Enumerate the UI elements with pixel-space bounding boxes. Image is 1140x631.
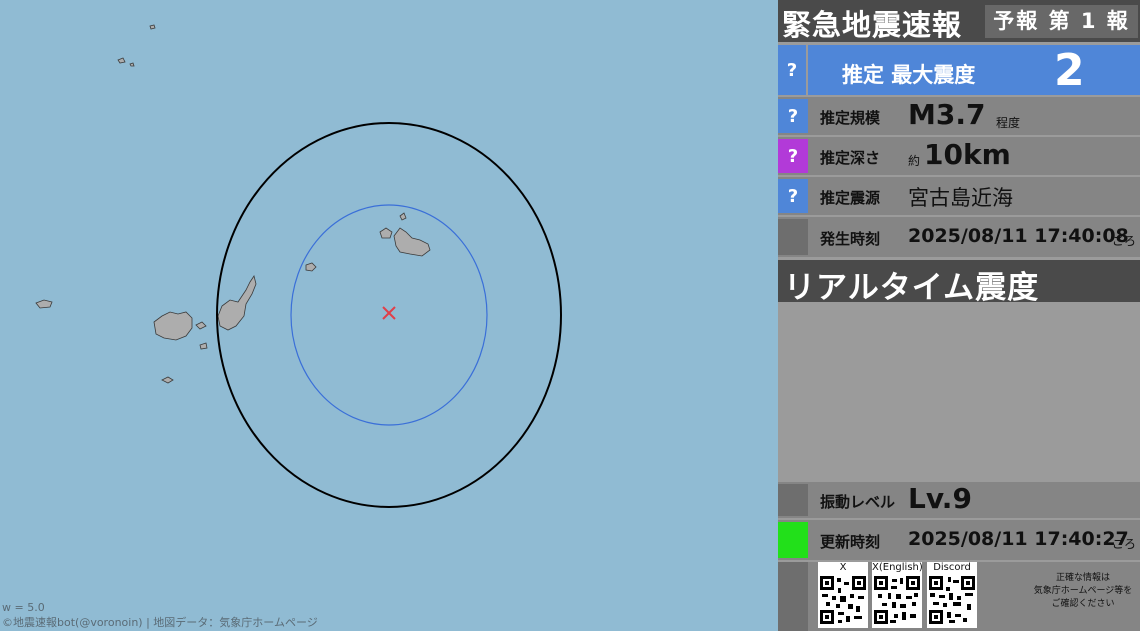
eew-screen: w = 5.0 ©地震速報bot(@voronoin) | 地図データ：気象庁ホ…	[0, 0, 1140, 631]
island-irabu	[305, 262, 317, 272]
origin-time-value: 2025/08/11 17:40:08	[908, 225, 1129, 247]
magnitude-row: ? 推定規模 M3.7 程度	[778, 97, 1140, 135]
disclaimer-line-2: 気象庁ホームページ等を	[1033, 586, 1133, 596]
update-time-suffix: ごろ	[1112, 537, 1137, 551]
realtime-area	[778, 302, 1140, 482]
island-small-2	[149, 24, 156, 30]
epicenter-value: 宮古島近海	[908, 186, 1013, 210]
realtime-header: リアルタイム震度	[778, 260, 1140, 306]
level-value: Lv.9	[908, 482, 972, 515]
qr-code-x-english-icon	[874, 576, 920, 624]
eew-title: 緊急地震速報	[782, 8, 963, 42]
qr-code-x-icon	[820, 576, 866, 624]
map-canvas	[35, 24, 562, 508]
island-small-3	[129, 62, 135, 67]
qr-card-discord[interactable]: Discord	[927, 562, 977, 628]
level-label: 振動レベル	[820, 493, 896, 511]
qr-label-discord: Discord	[933, 562, 971, 573]
epicenter-mark	[382, 306, 396, 320]
map-view[interactable]: w = 5.0 ©地震速報bot(@voronoin) | 地図データ：気象庁ホ…	[0, 0, 778, 631]
info-panel: 緊急地震速報 予報 第 1 報 ? 推定 最大震度 2 ? 推定規模 M3.7 …	[778, 0, 1140, 631]
report-number: 予報 第 1 報	[985, 5, 1138, 38]
update-status-indicator	[778, 522, 808, 558]
magnitude-value: M3.7	[908, 98, 986, 131]
island-kohama	[195, 321, 207, 330]
level-badge	[778, 484, 808, 516]
island-miyako	[393, 227, 431, 257]
qr-label-x: X	[839, 562, 847, 573]
qr-code-discord-icon	[929, 576, 975, 624]
max-intensity-row: ? 推定 最大震度 2	[778, 45, 1140, 96]
map-credit: ©地震速報bot(@voronoin) | 地図データ：気象庁ホームページ	[2, 616, 318, 629]
island-ikema	[379, 227, 393, 239]
depth-label: 推定深さ	[820, 149, 881, 167]
disclaimer-note: 正確な情報は 気象庁ホームページ等を ご確認ください	[1028, 572, 1138, 611]
magnitude-suffix: 程度	[996, 116, 1021, 130]
epicenter-label: 推定震源	[820, 189, 881, 207]
depth-prefix: 約	[908, 154, 921, 168]
links-badge	[778, 562, 808, 631]
island-yonaguni	[35, 299, 53, 309]
depth-help-badge[interactable]: ?	[778, 139, 808, 173]
depth-row: ? 推定深さ 約 10km	[778, 137, 1140, 175]
links-row: X X(English) Discord 正確な情報は 気象庁ホームページ等を …	[778, 562, 1140, 631]
origin-time-suffix: ごろ	[1112, 234, 1137, 248]
magnitude-help-badge[interactable]: ?	[778, 99, 808, 133]
qr-card-x-english[interactable]: X(English)	[872, 562, 923, 628]
level-row: 振動レベル Lv.9	[778, 482, 1140, 518]
realtime-title: リアルタイム震度	[784, 270, 1040, 306]
origin-time-label: 発生時刻	[820, 230, 881, 248]
disclaimer-line-1: 正確な情報は	[1055, 573, 1110, 583]
update-time-label: 更新時刻	[820, 533, 881, 551]
origin-time-badge	[778, 219, 808, 255]
qr-card-x[interactable]: X	[818, 562, 868, 628]
epicenter-help-badge[interactable]: ?	[778, 179, 808, 213]
update-time-value: 2025/08/11 17:40:27	[908, 528, 1129, 550]
max-intensity-label: 推定 最大震度	[842, 63, 976, 87]
qr-label-x-english: X(English)	[872, 562, 923, 573]
island-small-1	[117, 57, 126, 64]
island-taketomi	[199, 342, 208, 350]
max-intensity-value: 2	[1054, 45, 1085, 96]
island-hateruma	[161, 376, 174, 384]
outer-ring	[216, 122, 562, 508]
header-bar: 緊急地震速報 予報 第 1 報	[778, 0, 1140, 42]
intensity-help-badge[interactable]: ?	[778, 45, 808, 95]
island-ishigaki	[217, 275, 257, 331]
island-iriomote	[153, 311, 193, 341]
magnitude-label: 推定規模	[820, 109, 881, 127]
epicenter-row: ? 推定震源 宮古島近海	[778, 177, 1140, 215]
scale-caption: w = 5.0	[2, 601, 45, 614]
depth-value: 10km	[924, 138, 1011, 171]
update-time-row: 更新時刻 2025/08/11 17:40:27 ごろ	[778, 520, 1140, 560]
island-small-4	[399, 212, 407, 221]
disclaimer-line-3: ご確認ください	[1051, 599, 1115, 609]
origin-time-row: 発生時刻 2025/08/11 17:40:08 ごろ	[778, 217, 1140, 257]
